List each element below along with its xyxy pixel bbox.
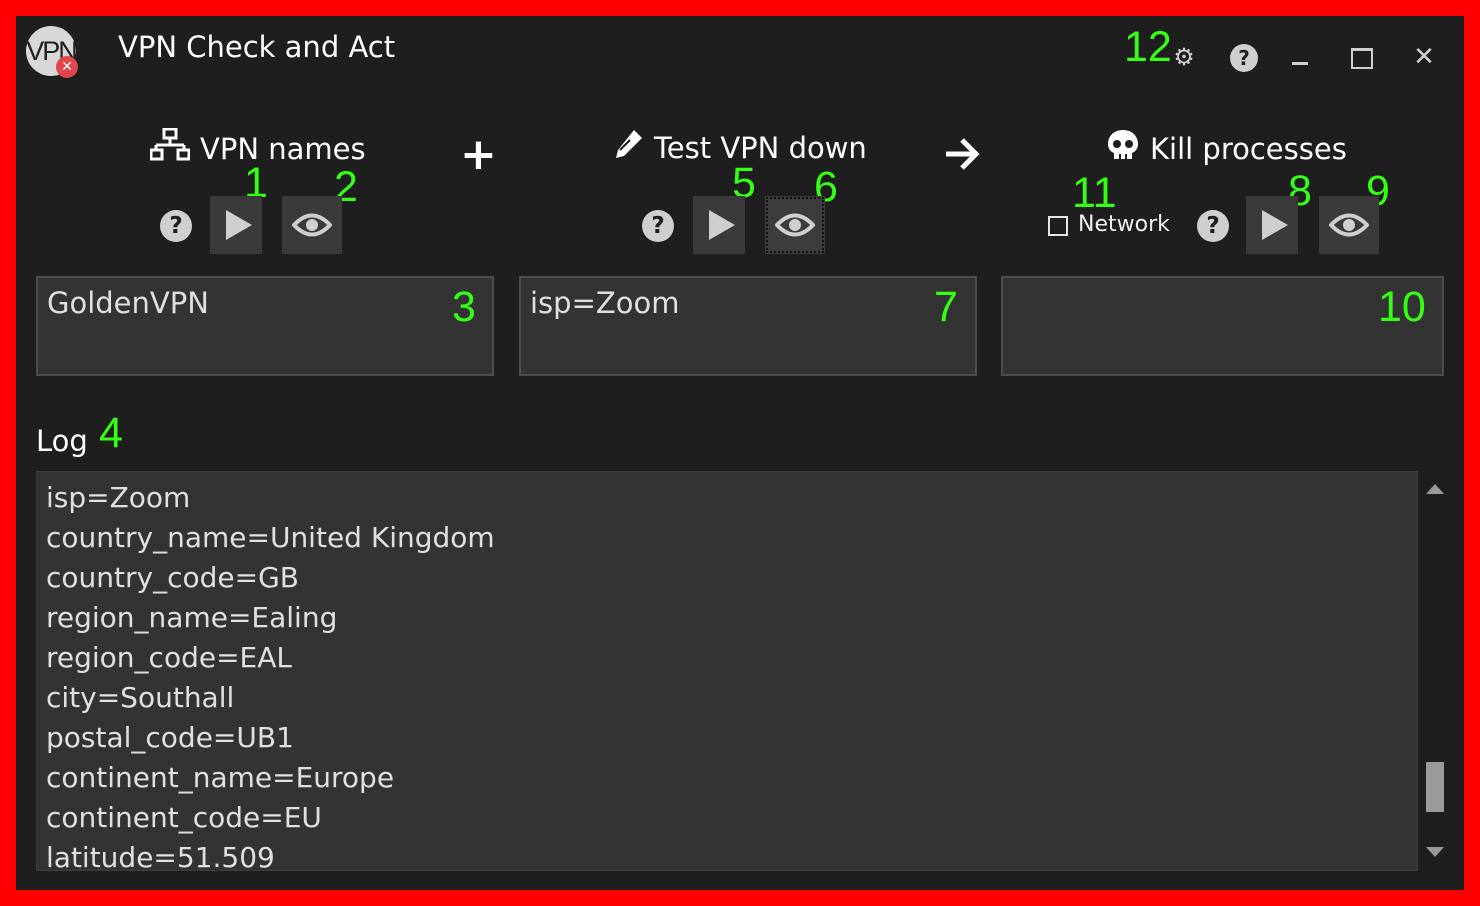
log-lines: isp=Zoom country_name=United Kingdom cou…: [37, 472, 1417, 871]
help-icon: ?: [1197, 210, 1229, 242]
vpn-names-help-button[interactable]: ?: [158, 208, 194, 244]
help-icon: ?: [642, 210, 674, 242]
log-line: country_code=GB: [46, 561, 299, 594]
play-icon: [1261, 210, 1288, 240]
help-icon: ?: [160, 210, 192, 242]
close-icon[interactable]: ✕: [1407, 40, 1441, 74]
plus-operator: +: [460, 129, 497, 180]
eyedropper-icon: [612, 128, 644, 167]
window-title: VPN Check and Act: [118, 30, 396, 64]
log-line: region_name=Ealing: [46, 601, 338, 634]
test-vpn-help-button[interactable]: ?: [640, 208, 676, 244]
network-icon: [149, 127, 191, 169]
annotation-4: 4: [99, 409, 123, 457]
minimize-icon[interactable]: [1283, 40, 1317, 74]
kill-heading: Kill processes: [1106, 128, 1347, 169]
eye-icon: [292, 213, 332, 237]
eye-icon: [1329, 213, 1369, 237]
scroll-up-arrow-icon[interactable]: [1426, 484, 1444, 494]
logo-badge-icon: ✕: [56, 56, 78, 78]
log-line: continent_name=Europe: [46, 761, 395, 794]
vpn-names-label: VPN names: [200, 131, 366, 166]
annotation-10: 10: [1378, 283, 1426, 331]
kill-view-button[interactable]: [1319, 196, 1379, 254]
eye-icon: [775, 213, 815, 237]
network-label: Network: [1078, 212, 1170, 237]
play-icon: [708, 210, 735, 240]
test-vpn-run-button[interactable]: [693, 196, 745, 254]
log-line: country_name=United Kingdom: [46, 521, 495, 554]
skull-icon: [1106, 128, 1140, 169]
help-icon[interactable]: ?: [1227, 40, 1261, 74]
log-line: continent_code=EU: [46, 801, 322, 834]
log-line: region_code=EAL: [46, 641, 292, 674]
kill-help-button[interactable]: ?: [1195, 208, 1231, 244]
annotation-12: 12: [1124, 23, 1172, 71]
test-vpn-input[interactable]: isp=Zoom: [519, 276, 977, 376]
vpn-names-view-button[interactable]: [282, 196, 342, 254]
network-checkbox[interactable]: [1048, 216, 1068, 236]
scroll-down-arrow-icon[interactable]: [1426, 847, 1444, 857]
annotation-7: 7: [934, 283, 958, 331]
test-vpn-value: isp=Zoom: [530, 286, 680, 320]
log-textarea[interactable]: isp=Zoom country_name=United Kingdom cou…: [36, 471, 1418, 871]
log-line: postal_code=UB1: [46, 721, 294, 754]
log-line: latitude=51.509: [46, 841, 275, 871]
annotation-11: 11: [1072, 169, 1117, 217]
log-line: city=Southall: [46, 681, 235, 714]
kill-label: Kill processes: [1150, 131, 1347, 166]
test-vpn-label: Test VPN down: [654, 130, 867, 165]
app-window: VPN ✕ VPN Check and Act 12 ⚙ ? ✕ VPN nam…: [16, 16, 1464, 890]
play-icon: [225, 210, 252, 240]
kill-run-button[interactable]: [1246, 196, 1298, 254]
log-line: isp=Zoom: [46, 481, 191, 514]
gear-icon[interactable]: ⚙: [1167, 40, 1201, 74]
scrollbar-thumb[interactable]: [1426, 762, 1444, 812]
log-scrollbar[interactable]: [1420, 478, 1450, 868]
test-vpn-view-button[interactable]: [765, 196, 825, 254]
maximize-icon[interactable]: [1345, 40, 1379, 74]
vpn-names-input[interactable]: GoldenVPN: [36, 276, 494, 376]
vpn-names-run-button[interactable]: [210, 196, 262, 254]
vpn-names-value: GoldenVPN: [47, 286, 209, 320]
arrow-operator: →: [942, 134, 982, 178]
log-label: Log: [36, 424, 88, 458]
annotation-3: 3: [452, 283, 476, 331]
